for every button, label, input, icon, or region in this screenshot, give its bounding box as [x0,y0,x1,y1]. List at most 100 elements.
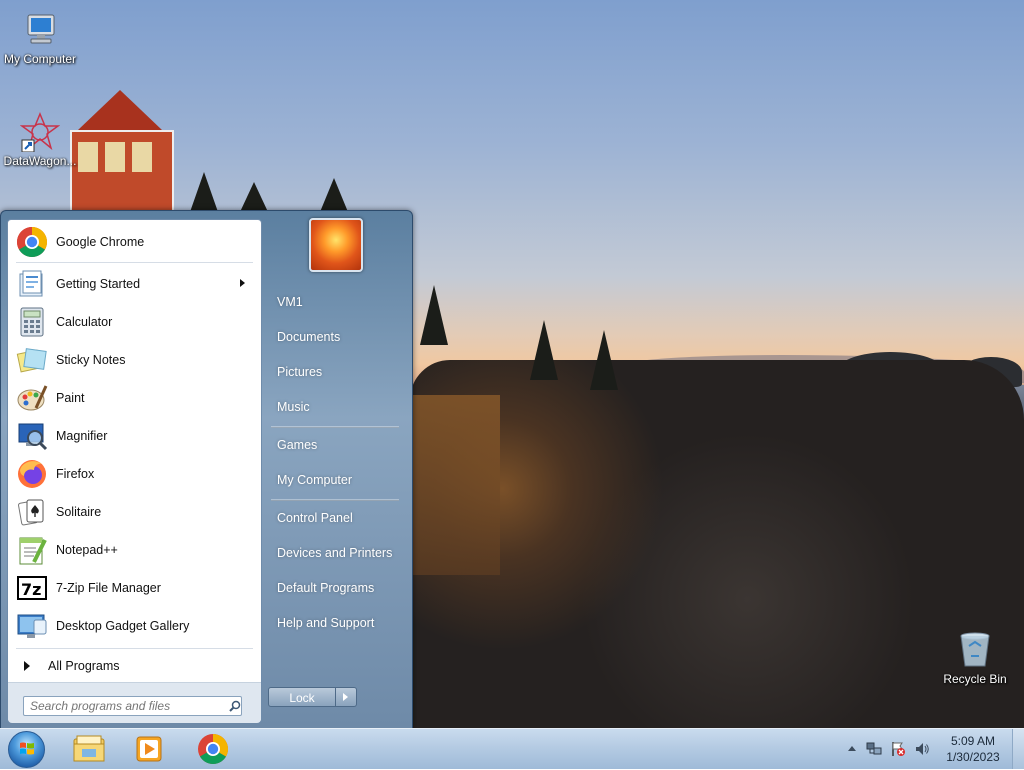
menu-item-solitaire[interactable]: Solitaire [12,494,257,530]
right-item-control-panel[interactable]: Control Panel [265,503,405,533]
menu-item-label: 7-Zip File Manager [56,581,161,595]
all-programs-separator [16,648,253,649]
paint-icon [16,382,48,414]
menu-item-label: Paint [56,391,85,405]
solitaire-icon [16,496,48,528]
clock-time: 5:09 AM [950,734,996,748]
tree [420,285,448,345]
all-programs-arrow-icon [24,661,30,671]
submenu-arrow-icon[interactable] [240,279,245,287]
menu-item-label: Sticky Notes [56,353,126,367]
menu-item-7zip[interactable]: 7z 7-Zip File Manager [12,570,257,606]
search-icon[interactable] [229,700,241,712]
right-item-devices-and-printers[interactable]: Devices and Printers [265,538,405,568]
start-button[interactable] [8,731,45,768]
volume-icon[interactable] [914,741,930,757]
right-item-label: Default Programs [277,581,375,595]
right-item-user-folder[interactable]: VM1 [265,287,405,317]
right-pane-separator [271,499,399,501]
user-picture-flower[interactable] [309,218,363,272]
tree [320,178,348,212]
menu-item-label: Calculator [56,315,113,329]
right-item-label: Documents [277,330,341,344]
system-clock[interactable]: 5:09 AM 1/30/2023 [943,733,1003,765]
desktop-icon-my-computer[interactable]: My Computer [0,10,80,66]
windows-logo-icon [20,742,34,755]
menu-item-label: Magnifier [56,429,108,443]
right-item-my-computer[interactable]: My Computer [265,465,405,495]
action-center-flag-icon[interactable] [890,741,906,757]
datawagon-icon [19,112,61,153]
desktop-icon-label: DataWagon... [3,154,77,168]
menu-item-label: Firefox [56,467,95,481]
desktop-icon-recycle-bin[interactable]: Recycle Bin [935,630,1015,686]
taskbar-media-player-button[interactable] [122,731,180,767]
menu-item-desktop-gadget-gallery[interactable]: Desktop Gadget Gallery [12,608,257,644]
start-menu: Google Chrome Getting Started Calculator… [0,210,413,730]
right-item-label: Devices and Printers [277,546,393,560]
right-item-music[interactable]: Music [265,392,405,422]
desktop-icon-label: Recycle Bin [943,672,1007,686]
menu-item-label: Getting Started [56,277,141,291]
tree [530,320,558,380]
right-item-games[interactable]: Games [265,430,405,460]
notepadpp-icon [16,534,48,566]
search-area [8,682,261,723]
computer-icon [20,10,60,50]
search-input[interactable] [23,696,242,716]
right-item-default-programs[interactable]: Default Programs [265,573,405,603]
menu-item-calculator[interactable]: Calculator [12,304,257,340]
right-item-label: Control Panel [277,511,353,525]
power-options-arrow-icon[interactable] [336,687,357,707]
right-item-help-and-support[interactable]: Help and Support [265,608,405,638]
right-item-label: VM1 [277,295,303,309]
lock-button[interactable]: Lock [268,687,336,707]
getting-started-icon [16,268,48,300]
right-item-label: Pictures [277,365,323,379]
sticky-notes-icon [16,344,48,376]
tree [590,330,618,390]
show-hidden-icons-icon[interactable] [844,741,860,757]
right-pane-separator [271,426,399,428]
menu-item-google-chrome[interactable]: Google Chrome [12,224,257,260]
menu-item-firefox[interactable]: Firefox [12,456,257,492]
taskbar: 5:09 AM 1/30/2023 [0,728,1024,769]
taskbar-explorer-button[interactable] [60,731,118,767]
tree [190,172,218,212]
right-item-label: Music [277,400,310,414]
chrome-icon [198,734,229,765]
menu-item-magnifier[interactable]: Magnifier [12,418,257,454]
svg-text:7z: 7z [21,580,41,599]
menu-item-sticky-notes[interactable]: Sticky Notes [12,342,257,378]
firefox-icon [16,458,48,490]
right-item-label: My Computer [277,473,353,487]
chrome-icon [16,226,48,258]
menu-item-label: Notepad++ [56,543,118,557]
desktop-icon-datawagon[interactable]: DataWagon... [0,112,80,168]
taskbar-chrome-button[interactable] [184,731,242,767]
calculator-icon [16,306,48,338]
right-item-label: Help and Support [277,616,375,630]
menu-item-getting-started[interactable]: Getting Started [12,266,257,302]
menu-item-label: Desktop Gadget Gallery [56,619,190,633]
rocky-shore [410,360,1024,728]
tree [240,182,268,212]
network-icon[interactable] [866,741,882,757]
right-item-label: Games [277,438,318,452]
right-item-documents[interactable]: Documents [265,322,405,352]
clock-date: 1/30/2023 [946,750,1000,764]
menu-item-notepadpp[interactable]: Notepad++ [12,532,257,568]
start-menu-programs-pane: Google Chrome Getting Started Calculator… [7,219,262,723]
pinned-separator [16,262,253,263]
right-item-pictures[interactable]: Pictures [265,357,405,387]
desktop-icon-label: My Computer [3,52,77,66]
gadget-gallery-icon [16,610,48,642]
menu-item-label: Solitaire [56,505,102,519]
menu-item-label: Google Chrome [56,235,145,249]
sunlit-rock [410,395,500,575]
magnifier-icon [16,420,48,452]
all-programs-button[interactable]: All Programs [12,653,257,679]
menu-item-paint[interactable]: Paint [12,380,257,416]
explorer-icon [73,735,105,762]
show-desktop-button[interactable] [1012,729,1024,769]
